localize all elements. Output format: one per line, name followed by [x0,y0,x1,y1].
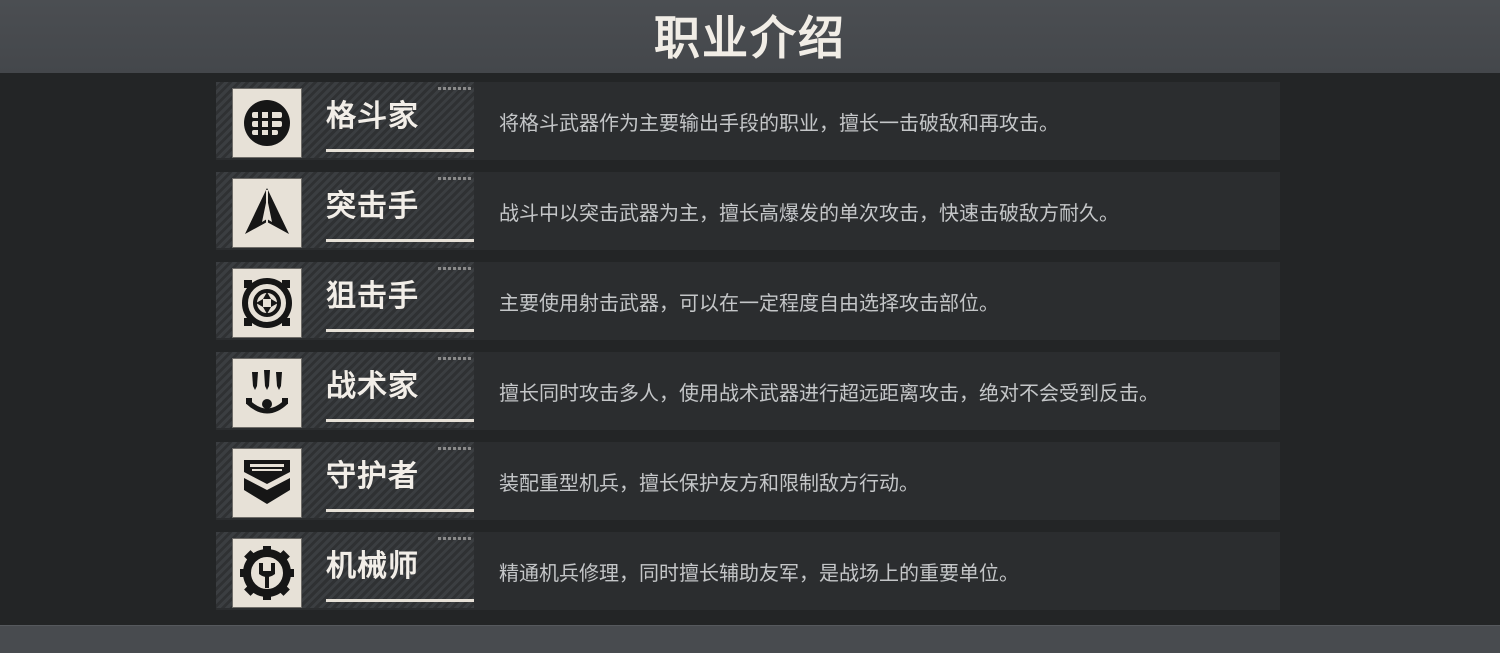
row-code-mark [438,87,472,90]
crosshair-icon [232,268,302,338]
class-name: 守护者 [326,459,419,494]
class-description: 装配重型机兵，擅长保护友方和限制敌方行动。 [499,471,919,495]
header-bar: 职业介绍 [0,0,1500,74]
class-name: 狙击手 [326,279,419,314]
name-underline [326,599,474,602]
row-code-mark [438,537,472,540]
row-code-mark [438,267,472,270]
gear-wrench-icon [232,538,302,608]
class-description: 主要使用射击武器，可以在一定程度自由选择攻击部位。 [499,291,999,315]
class-list-panel: 格斗家 将格斗武器作为主要输出手段的职业，擅长一击破敌和再攻击。 突击手 战斗中… [0,73,1500,625]
row-code-mark [438,177,472,180]
class-row-assault: 突击手 战斗中以突击武器为主，擅长高爆发的单次攻击，快速击破敌方耐久。 [216,172,1280,250]
fist-icon [232,88,302,158]
class-row-guardian: 守护者 装配重型机兵，擅长保护友方和限制敌方行动。 [216,442,1280,520]
class-description: 擅长同时攻击多人，使用战术武器进行超远距离攻击，绝对不会受到反击。 [499,381,1159,405]
class-row-sniper: 狙击手 主要使用射击武器，可以在一定程度自由选择攻击部位。 [216,262,1280,340]
arrowhead-icon [232,178,302,248]
class-description: 战斗中以突击武器为主，擅长高爆发的单次攻击，快速击破敌方耐久。 [499,201,1119,225]
class-row-fighter: 格斗家 将格斗武器作为主要输出手段的职业，擅长一击破敌和再攻击。 [216,82,1280,160]
class-row-tactician: 战术家 擅长同时攻击多人，使用战术武器进行超远距离攻击，绝对不会受到反击。 [216,352,1280,430]
name-underline [326,329,474,332]
page-title: 职业介绍 [654,11,846,65]
missile-launcher-icon [232,358,302,428]
name-underline [326,509,474,512]
class-description: 将格斗武器作为主要输出手段的职业，擅长一击破敌和再攻击。 [499,111,1059,135]
class-name: 突击手 [326,189,419,224]
row-code-mark [438,447,472,450]
class-name: 机械师 [326,549,419,584]
class-row-mechanic: 机械师 精通机兵修理，同时擅长辅助友军，是战场上的重要单位。 [216,532,1280,610]
class-name: 战术家 [326,369,419,404]
name-underline [326,149,474,152]
footer-bar [0,625,1500,653]
class-description: 精通机兵修理，同时擅长辅助友军，是战场上的重要单位。 [499,561,1019,585]
name-underline [326,239,474,242]
row-code-mark [438,357,472,360]
class-name: 格斗家 [326,99,419,134]
shield-chevron-icon [232,448,302,518]
name-underline [326,419,474,422]
